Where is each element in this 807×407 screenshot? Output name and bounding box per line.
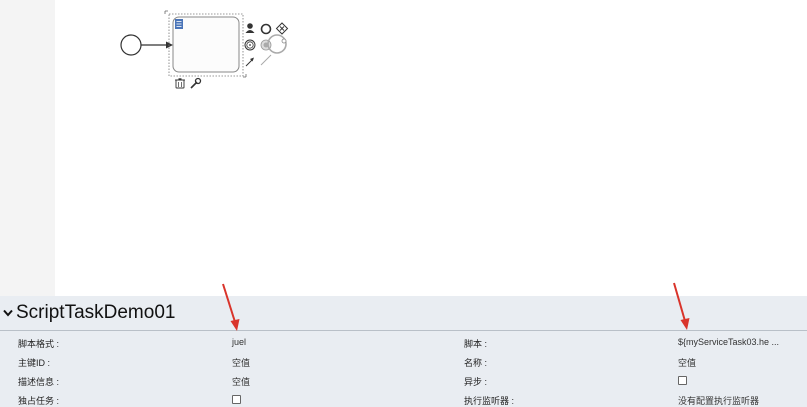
property-row: 描述信息 : 空值 异步 : [0,371,807,390]
wrench-icon[interactable] [190,77,202,89]
script-task-icon [175,19,183,29]
sequence-flow-arrowhead [166,41,173,49]
diagram-svg [120,10,289,89]
exclusive-checkbox[interactable] [232,395,241,404]
chevron-down-icon[interactable] [3,308,13,318]
intermediate-event-icon[interactable] [244,39,256,51]
properties-title: ScriptTaskDemo01 [16,302,176,323]
resize-handle-bottom-right[interactable] [243,74,247,78]
name-value[interactable]: 空值 [678,356,696,369]
property-label: 独占任务 : [18,396,60,406]
end-event-icon[interactable] [260,23,272,35]
execution-listeners-value[interactable]: 没有配置执行监听器 [678,394,759,407]
documentation-value[interactable]: 空值 [232,375,250,388]
connect-arrow-icon[interactable] [245,57,254,67]
asynchronous-checkbox[interactable] [678,376,687,385]
property-label: 异步 : [464,377,488,387]
property-label: 主键ID : [18,358,51,368]
property-label: 脚本格式 : [18,339,60,349]
property-label: 执行监听器 : [464,396,515,406]
delete-icon[interactable] [175,78,185,89]
diagram-canvas[interactable] [55,0,807,296]
property-label: 描述信息 : [18,377,60,387]
property-label: 名称 : [464,358,488,368]
id-value[interactable]: 空值 [232,356,250,369]
palette-strip [0,0,55,296]
user-task-icon[interactable] [245,23,255,33]
properties-header: ScriptTaskDemo01 [0,296,807,331]
resize-handle-top-left[interactable] [164,10,168,14]
property-row: 主键ID : 空值 名称 : 空值 [0,352,807,371]
start-event[interactable] [120,34,142,56]
association-icon[interactable] [260,54,272,66]
gateway-icon[interactable] [275,22,289,35]
property-row: 脚本格式 : juel 脚本 : ${myServiceTask03.he ..… [0,333,807,352]
properties-panel: ScriptTaskDemo01 脚本格式 : juel 脚本 : ${mySe… [0,296,807,407]
property-label: 脚本 : [464,339,488,349]
script-format-value[interactable]: juel [232,337,246,347]
bpmn-editor: ScriptTaskDemo01 脚本格式 : juel 脚本 : ${mySe… [0,0,807,407]
property-row: 独占任务 : 执行监听器 : 没有配置执行监听器 [0,390,807,407]
script-value[interactable]: ${myServiceTask03.he ... [678,337,779,347]
